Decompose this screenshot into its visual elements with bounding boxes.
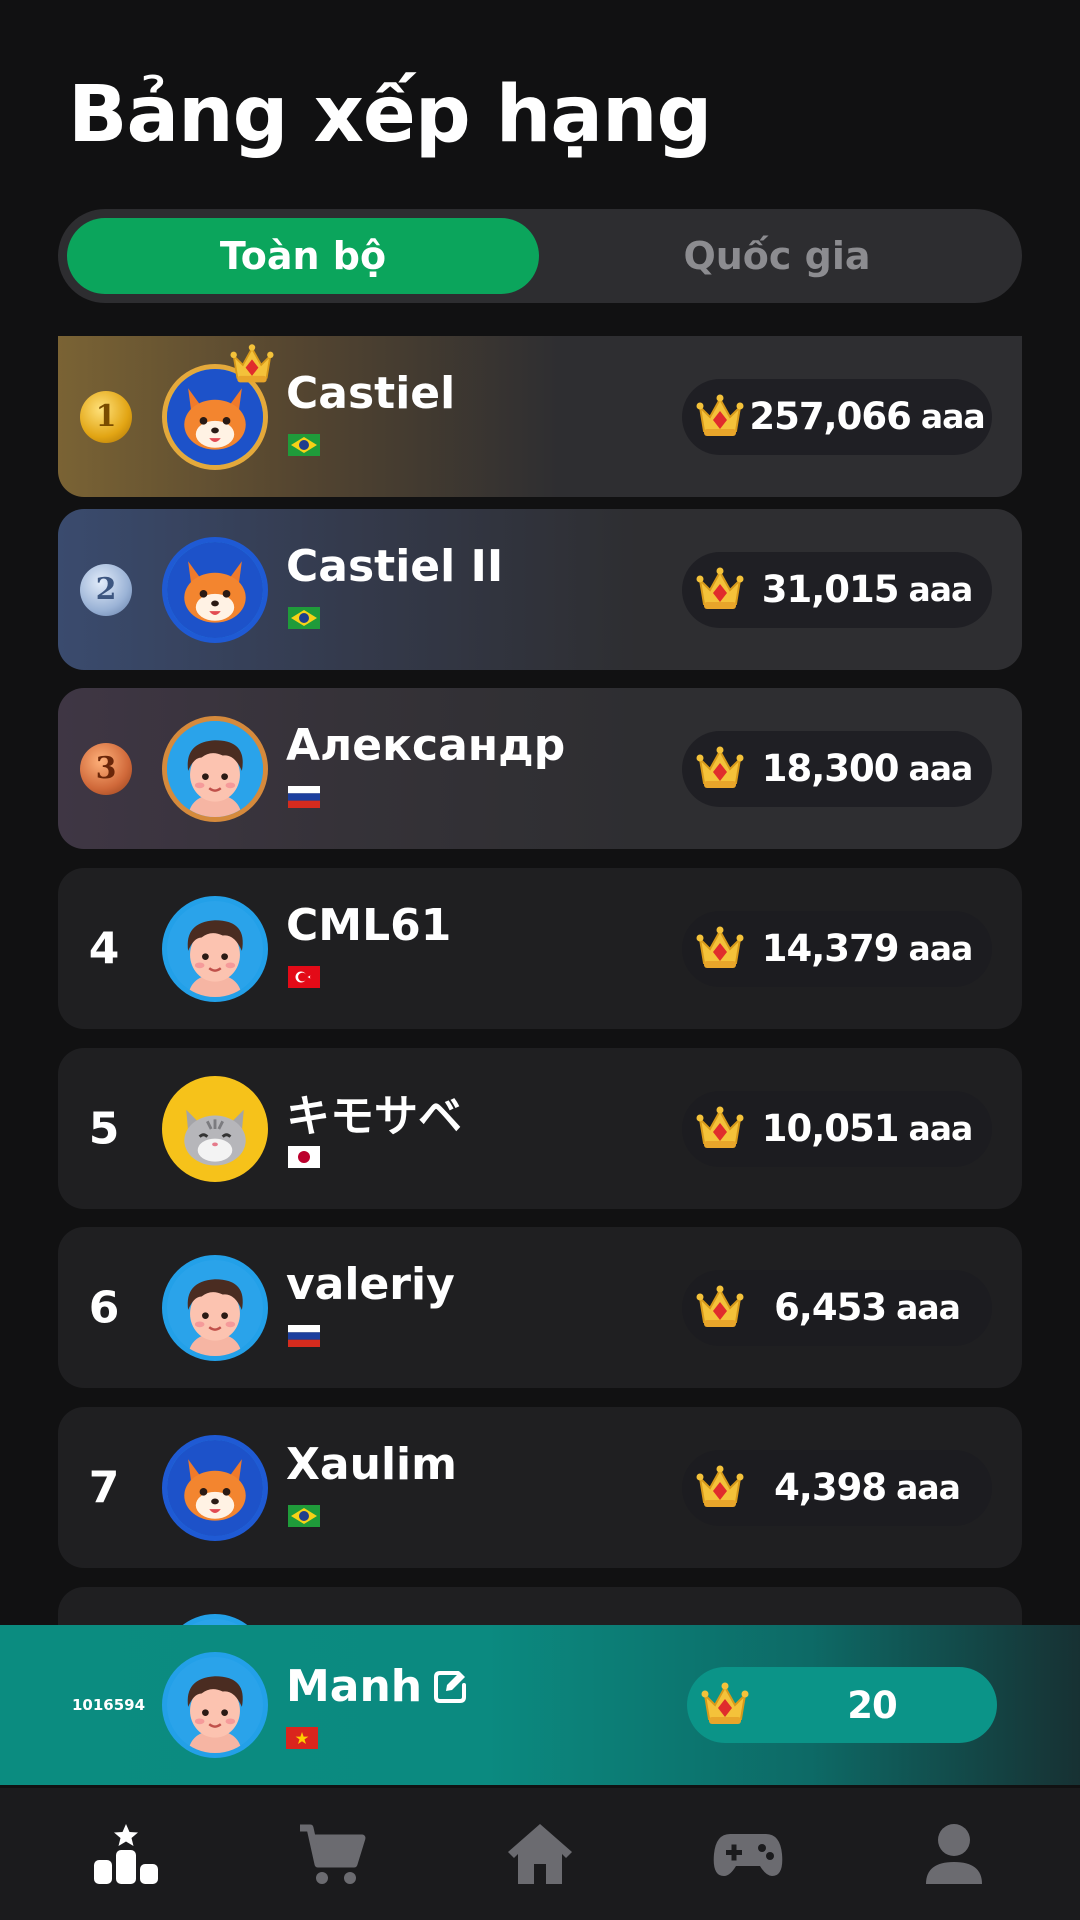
boy-avatar-icon — [167, 1657, 263, 1753]
player-name: Александр — [286, 720, 566, 771]
avatar[interactable] — [162, 1434, 268, 1541]
brazil-flag-icon — [288, 434, 320, 456]
score-unit: aaa — [908, 1109, 973, 1148]
fox-avatar-icon — [167, 1440, 263, 1536]
score-badge: 6,453 aaa — [682, 1269, 992, 1346]
score-value: 6,453 — [774, 1286, 887, 1329]
cart-icon — [300, 1824, 366, 1884]
score-value: 4,398 — [774, 1466, 887, 1509]
score-value: 20 — [847, 1683, 897, 1727]
leaderboard-row[interactable]: 6 valeriy 6,453 aaa — [58, 1227, 1022, 1388]
russia-flag-icon — [288, 786, 320, 808]
player-name: Xaulim — [286, 1439, 457, 1490]
rank-number: 6 — [88, 1282, 120, 1333]
bottom-nav — [0, 1788, 1080, 1920]
turkey-flag-icon — [288, 966, 320, 988]
leaderboard-row[interactable]: 7 Xaulim 4,398 aaa — [58, 1407, 1022, 1568]
gold-medal-icon: 1 — [80, 390, 132, 443]
player-name: CML61 — [286, 900, 452, 951]
score-value: 257,066 — [749, 395, 912, 438]
score-badge: 14,379 aaa — [682, 910, 992, 987]
russia-flag-icon — [288, 1325, 320, 1347]
nav-leaderboard[interactable] — [18, 1788, 234, 1920]
top-player-crown-icon — [230, 342, 274, 386]
crown-icon — [701, 1681, 749, 1727]
score-badge: 18,300 aaa — [682, 730, 992, 807]
score-badge: 257,066 aaa — [682, 378, 992, 455]
avatar[interactable] — [162, 1254, 268, 1361]
crown-icon — [696, 925, 744, 971]
scope-tabs: Toàn bộ Quốc gia — [58, 209, 1022, 303]
edit-icon[interactable] — [430, 1667, 470, 1707]
leaderboard-row[interactable] — [58, 1587, 1022, 1626]
leaderboard-row[interactable]: 5 キモサベ 10,051 aaa — [58, 1048, 1022, 1209]
score-badge: 20 — [687, 1667, 997, 1743]
player-name: valeriy — [286, 1259, 455, 1310]
leaderboard-row[interactable]: 2 Castiel II 31,015 aaa — [58, 509, 1022, 670]
score-unit: aaa — [896, 1288, 961, 1327]
crown-icon — [696, 566, 744, 612]
boy-avatar-icon — [167, 1260, 263, 1356]
boy-avatar-icon — [167, 901, 263, 997]
crown-icon — [696, 393, 744, 439]
score-value: 18,300 — [761, 747, 900, 790]
crown-icon — [696, 745, 744, 791]
current-user-name: Manh — [286, 1661, 423, 1712]
leaderboard-list[interactable]: 1 Castiel 257,066 aaa 2 Castiel II 31,015… — [58, 336, 1022, 1626]
player-name: Castiel — [286, 368, 456, 419]
score-unit: aaa — [908, 749, 973, 788]
leaderboard-row[interactable]: 1 Castiel 257,066 aaa — [58, 336, 1022, 497]
current-user-name-wrap: Manh — [286, 1661, 470, 1712]
current-user-rank: 1016594 — [72, 1696, 146, 1714]
rank-number: 5 — [88, 1103, 120, 1154]
crown-icon — [696, 1464, 744, 1510]
cat-avatar-icon — [167, 1081, 263, 1177]
rank-number: 7 — [88, 1462, 120, 1513]
score-unit: aaa — [908, 929, 973, 968]
avatar[interactable] — [162, 715, 268, 822]
home-icon — [508, 1824, 572, 1884]
profile-icon — [926, 1824, 982, 1884]
rank-number: 4 — [88, 923, 120, 974]
page-title: Bảng xếp hạng — [68, 70, 712, 160]
score-value: 31,015 — [761, 568, 900, 611]
nav-profile[interactable] — [846, 1788, 1062, 1920]
score-badge: 10,051 aaa — [682, 1090, 992, 1167]
leaderboard-row[interactable]: 3 Александр 18,300 aaa — [58, 688, 1022, 849]
tab-national[interactable]: Quốc gia — [541, 218, 1013, 294]
nav-home[interactable] — [432, 1788, 648, 1920]
nav-games[interactable] — [640, 1788, 856, 1920]
score-value: 10,051 — [761, 1107, 900, 1150]
score-unit: aaa — [920, 397, 986, 436]
bronze-medal-icon: 3 — [80, 742, 132, 795]
crown-icon — [696, 1105, 744, 1151]
avatar[interactable] — [162, 1075, 268, 1182]
score-badge: 31,015 aaa — [682, 551, 992, 628]
avatar[interactable] — [162, 1652, 268, 1758]
score-badge: 4,398 aaa — [682, 1449, 992, 1526]
brazil-flag-icon — [288, 1505, 320, 1527]
avatar[interactable] — [162, 895, 268, 1002]
avatar[interactable] — [162, 536, 268, 643]
nav-shop[interactable] — [224, 1788, 440, 1920]
fox-avatar-icon — [167, 542, 263, 638]
leaderboard-row[interactable]: 4 CML61 14,379 aaa — [58, 868, 1022, 1029]
score-unit: aaa — [896, 1468, 961, 1507]
boy-avatar-icon — [167, 721, 263, 817]
score-value: 14,379 — [761, 927, 900, 970]
player-name: Castiel II — [286, 541, 504, 592]
gamepad-icon — [713, 1834, 783, 1876]
score-unit: aaa — [908, 570, 973, 609]
japan-flag-icon — [288, 1146, 320, 1168]
silver-medal-icon: 2 — [80, 563, 132, 616]
crown-icon — [696, 1284, 744, 1330]
vietnam-flag-icon — [286, 1727, 318, 1749]
brazil-flag-icon — [288, 607, 320, 629]
leaderboard-icon — [94, 1824, 158, 1884]
player-name: キモサベ — [286, 1091, 462, 1142]
tab-global[interactable]: Toàn bộ — [67, 218, 539, 294]
current-user-row[interactable]: 1016594 Manh 20 — [0, 1625, 1080, 1785]
